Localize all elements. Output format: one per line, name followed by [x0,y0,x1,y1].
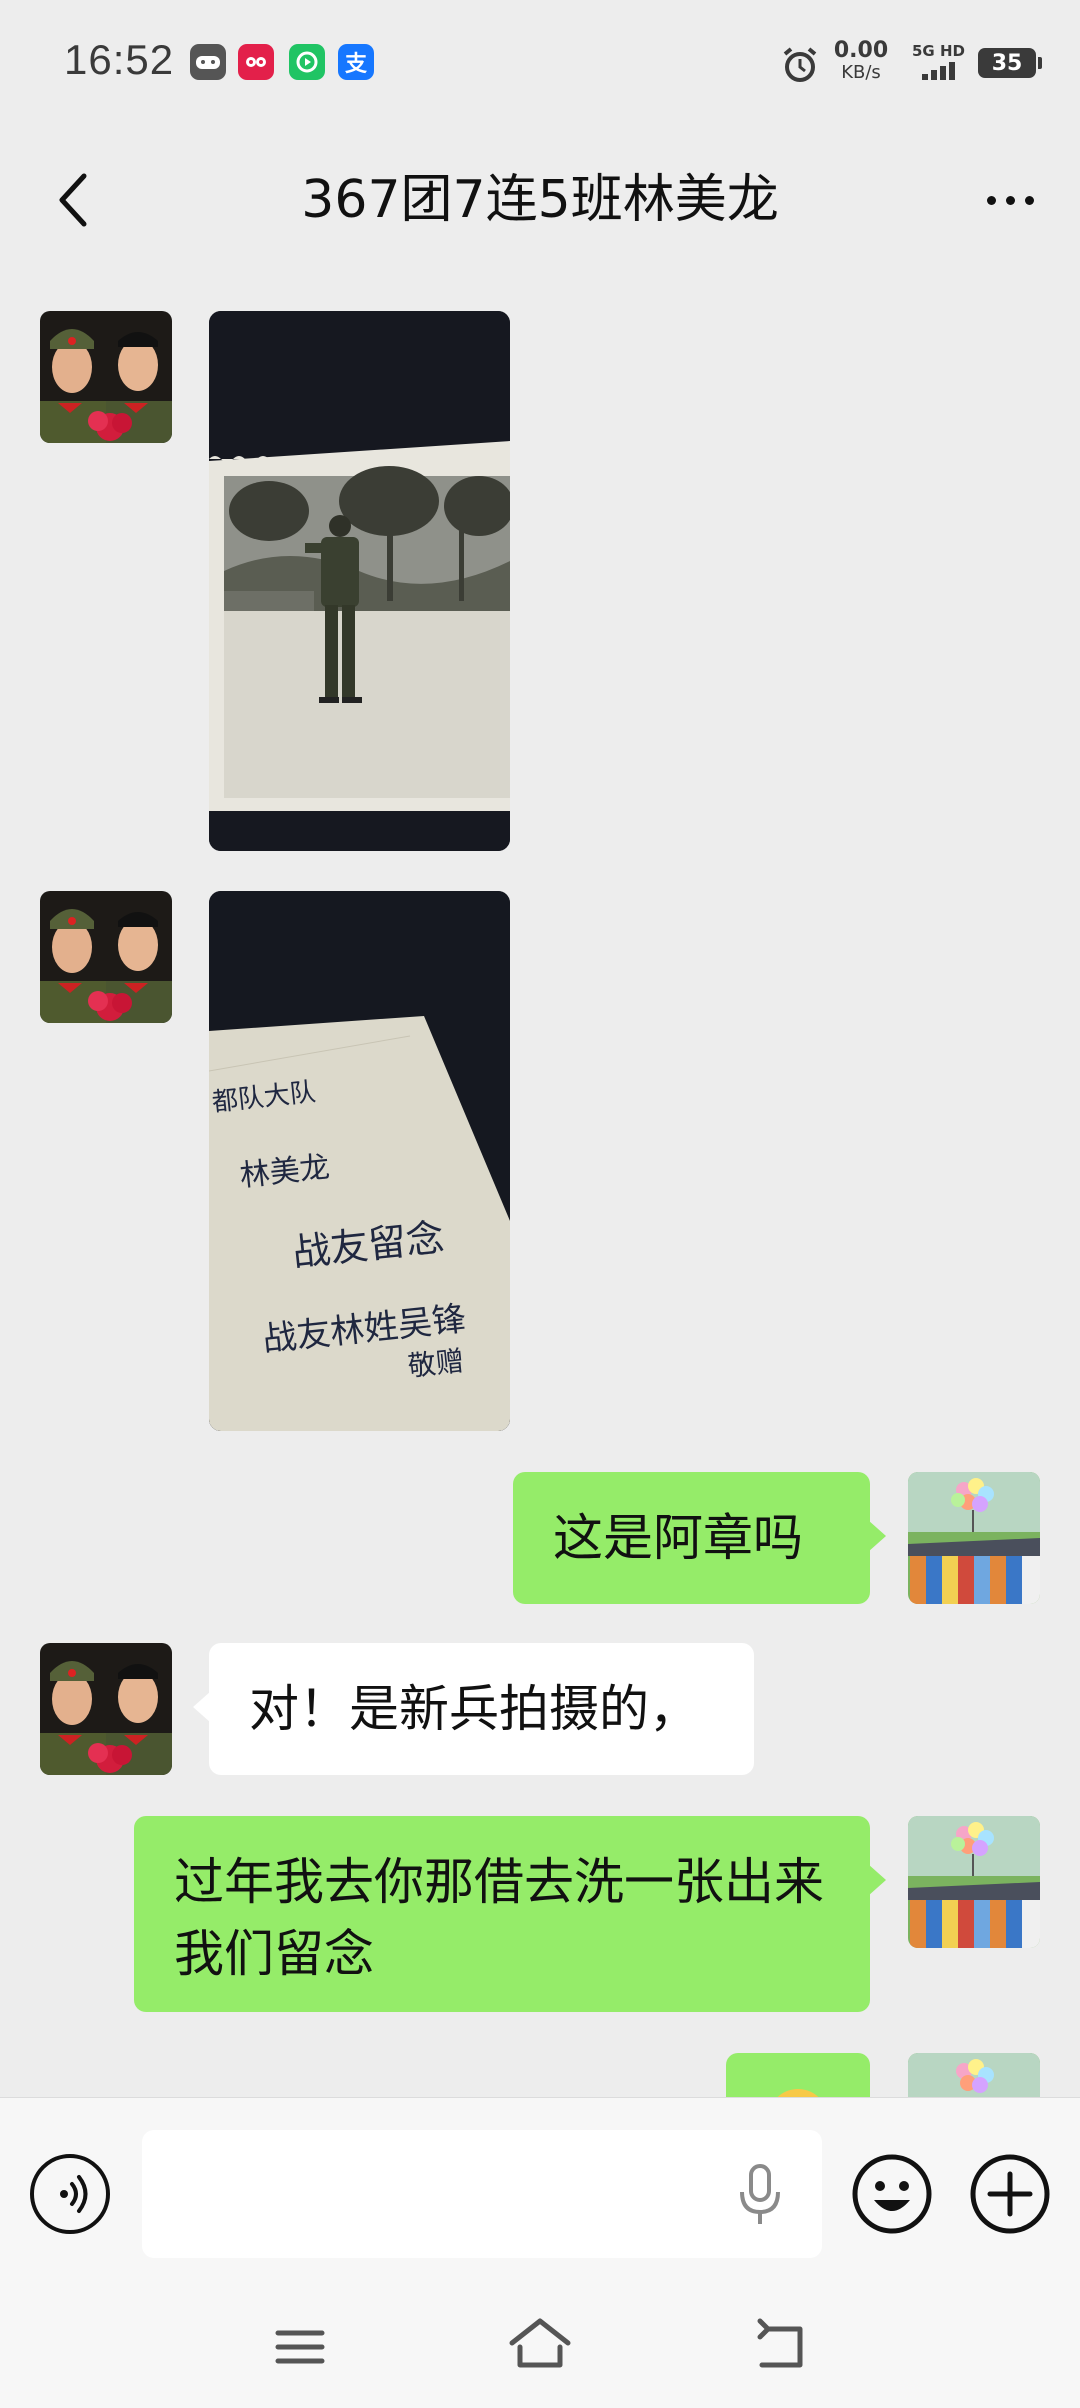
contact-avatar[interactable] [40,891,172,1023]
alipay-icon: 支 [338,44,374,80]
microphone-icon[interactable] [730,2160,790,2230]
voice-mode-button[interactable] [30,2154,110,2234]
back-nav-icon[interactable] [752,2317,812,2377]
back-button[interactable] [40,160,110,240]
page-title: 367团7连5班林美龙 [301,170,779,230]
message-text: 对！是新兵拍摄的， [249,1680,699,1738]
message-bubble-outgoing[interactable] [726,2053,870,2097]
dot-icon [1024,195,1034,205]
contact-avatar[interactable] [40,1643,172,1775]
image-message-handwritten-note[interactable]: 都队大队 林美龙 战友留念 战友林姓吴锋 敬赠 [209,891,510,1431]
net-speed: 0.00 KB/s [826,40,896,84]
home-icon[interactable] [506,2313,574,2377]
chat-input-bar [0,2097,1080,2287]
more-functions-button[interactable] [968,2152,1052,2236]
menu-icon[interactable] [270,2317,330,2377]
emoji-icon [777,2089,819,2097]
note-line-5: 敬赠 [406,1344,465,1383]
emoji-button[interactable] [850,2152,934,2236]
dot-icon [1005,195,1015,205]
image-message-soldier-photo[interactable] [209,311,510,851]
message-text: 这是阿章吗 [553,1509,803,1567]
iqiyi-icon [289,44,325,80]
my-avatar[interactable] [908,1472,1040,1604]
message-bubble-outgoing[interactable]: 这是阿章吗 [513,1472,886,1604]
xiaohongshu-icon [238,44,274,80]
alarm-icon [783,47,817,82]
net-speed-unit: KB/s [841,62,881,83]
dot-icon [986,195,996,205]
voice-wave-icon [60,2175,88,2213]
status-indicators: 0.00 KB/s 5G HD 35 [760,0,1080,130]
more-options-button[interactable] [970,160,1050,240]
contact-avatar[interactable] [40,311,172,443]
message-input[interactable] [142,2130,822,2258]
message-bubble-outgoing[interactable]: 过年我去你那借去洗一张出来我们留念 [134,1816,886,2012]
signal-icon: 5G HD [912,42,968,82]
message-bubble-incoming[interactable]: 对！是新兵拍摄的， [193,1643,754,1775]
message-list[interactable]: 都队大队 林美龙 战友留念 战友林姓吴锋 敬赠 这是阿章吗 对！是新兵拍摄的， … [0,265,1080,2097]
my-avatar[interactable] [908,2053,1040,2097]
battery-icon: 35 [978,48,1042,78]
system-nav-bar [0,2287,1080,2408]
status-bar: 16:52 支 0.00 KB/s 5G HD 35 [0,0,1080,130]
gamepad-icon [190,44,226,80]
my-avatar[interactable] [908,1816,1040,1948]
status-time: 16:52 [64,36,175,83]
signal-label: 5G HD [912,42,965,60]
chat-header: 367团7连5班林美龙 [0,130,1080,265]
message-text: 过年我去你那借去洗一张出来我们留念 [174,1853,824,1983]
net-speed-value: 0.00 [833,38,889,63]
